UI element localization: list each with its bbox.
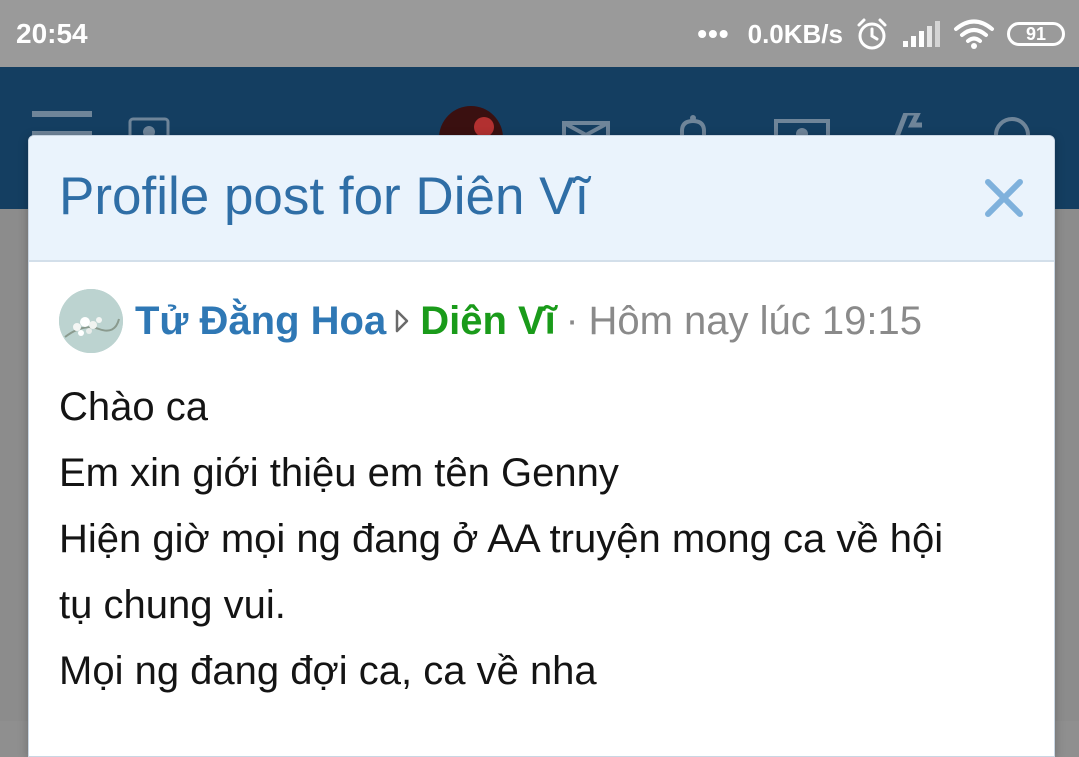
status-time: 20:54 [16, 18, 88, 49]
network-speed: 0.0KB/s [747, 18, 843, 49]
post-line: Mọi ng đang đợi ca, ca về nha [59, 649, 597, 693]
more-notifications-icon: ••• [697, 18, 730, 49]
status-bar: 20:54 ••• 0.0KB/s 91 [0, 0, 1079, 67]
arrow-right-icon [394, 308, 410, 334]
dialog-title: Profile post for Diên Vĩ [59, 167, 590, 226]
post-line: Hiện giờ mọi ng đang ở AA truyện mong ca… [59, 517, 944, 561]
post-line: Em xin giới thiệu em tên Genny [59, 451, 619, 495]
alarm-icon [857, 18, 887, 50]
meta-separator: · [565, 299, 579, 342]
author-avatar[interactable] [59, 289, 123, 353]
signal-icon [903, 21, 940, 47]
wifi-icon [954, 19, 994, 49]
post-meta: Tử Đằng Hoa Diên Vĩ · Hôm nay lúc 19:15 [59, 288, 922, 354]
post-line: Chào ca [59, 385, 208, 429]
close-icon[interactable] [980, 174, 1028, 222]
recipient-link[interactable]: Diên Vĩ [420, 299, 556, 344]
battery-icon: 91 [1007, 22, 1065, 46]
status-icons: ••• 0.0KB/s 91 [697, 16, 1065, 52]
post-timestamp[interactable]: Hôm nay lúc 19:15 [588, 299, 922, 344]
author-link[interactable]: Tử Đằng Hoa [135, 299, 386, 344]
post-line: tụ chung vui. [59, 583, 286, 627]
post-body: Chào ca Em xin giới thiệu em tên Genny H… [59, 374, 1029, 704]
dialog-header: Profile post for Diên Vĩ [29, 136, 1054, 262]
battery-level: 91 [1025, 23, 1047, 44]
profile-post-dialog: Profile post for Diên Vĩ Tử Đằng Hoa Diê… [28, 135, 1055, 757]
